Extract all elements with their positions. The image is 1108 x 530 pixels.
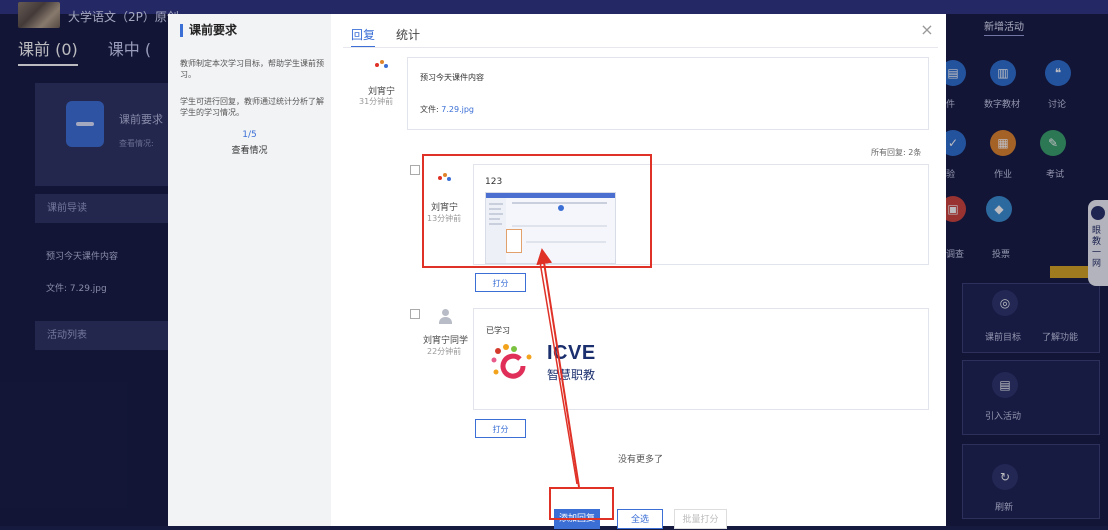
reply-1-image-thumbnail[interactable] — [485, 192, 616, 264]
reply-1-name: 刘宵宁 — [431, 203, 459, 213]
reply-2-time: 22分钟前 — [427, 347, 462, 356]
teacher-post-file: 文件: 7.29.jpg — [420, 104, 474, 115]
tab-statistics[interactable]: 统计 — [396, 26, 420, 48]
file-link[interactable]: 7.29.jpg — [441, 105, 474, 114]
reply-1-time: 13分钟前 — [427, 214, 462, 223]
modal-info-panel: 课前要求 教师制定本次学习目标，帮助学生课前预习。 学生可进行回复，教师通过统计… — [168, 14, 331, 526]
reply-2-image-icve-logo[interactable]: ICVE 智慧职教 — [489, 340, 615, 388]
batch-grade-button: 批量打分 — [674, 509, 727, 529]
requirement-modal: 课前要求 教师制定本次学习目标，帮助学生课前预习。 学生可进行回复，教师通过统计… — [168, 14, 946, 529]
view-status-link[interactable]: 查看情况 — [168, 143, 331, 156]
tab-divider — [343, 47, 938, 48]
file-prefix: 文件: — [420, 105, 442, 114]
reply-2-avatar — [439, 309, 452, 325]
stat-fraction: 1/5 — [242, 130, 257, 140]
modal-desc-1: 教师制定本次学习目标，帮助学生课前预习。 — [180, 59, 324, 79]
reply-2-grade-button[interactable]: 打分 — [475, 419, 526, 438]
modal-tabs: 回复 统计 — [351, 26, 420, 48]
teacher-time: 31分钟前 — [359, 97, 394, 106]
icve-cn-text: 智慧职教 — [547, 368, 596, 382]
modal-desc-2: 学生可进行回复，教师通过统计分析了解学生的学习情况。 — [180, 97, 324, 117]
reply-1-checkbox[interactable] — [410, 165, 420, 175]
teacher-post-content: 预习今天课件内容 — [420, 73, 484, 82]
tab-replies[interactable]: 回复 — [351, 26, 376, 48]
modal-title: 课前要求 — [180, 24, 237, 37]
reply-1-avatar — [438, 172, 452, 184]
reply-2-checkbox[interactable] — [410, 309, 420, 319]
reply-count: 所有回复: 2条 — [871, 148, 922, 157]
close-icon[interactable]: × — [919, 22, 935, 38]
teacher-post-card: 预习今天课件内容 文件: 7.29.jpg — [407, 57, 929, 130]
reply-2-content: 已学习 — [486, 326, 510, 335]
reply-1-grade-button[interactable]: 打分 — [475, 273, 526, 292]
select-all-button[interactable]: 全选 — [617, 509, 663, 529]
reply-1-content: 123 — [485, 177, 503, 187]
icve-swirl-icon — [491, 344, 532, 379]
icve-en-text: ICVE — [547, 342, 596, 364]
teacher-avatar — [375, 59, 389, 71]
no-more-text: 没有更多了 — [618, 455, 664, 465]
reply-2-name: 刘宵宁同学 — [423, 336, 469, 346]
add-reply-button[interactable]: 添加回复 — [554, 509, 600, 529]
